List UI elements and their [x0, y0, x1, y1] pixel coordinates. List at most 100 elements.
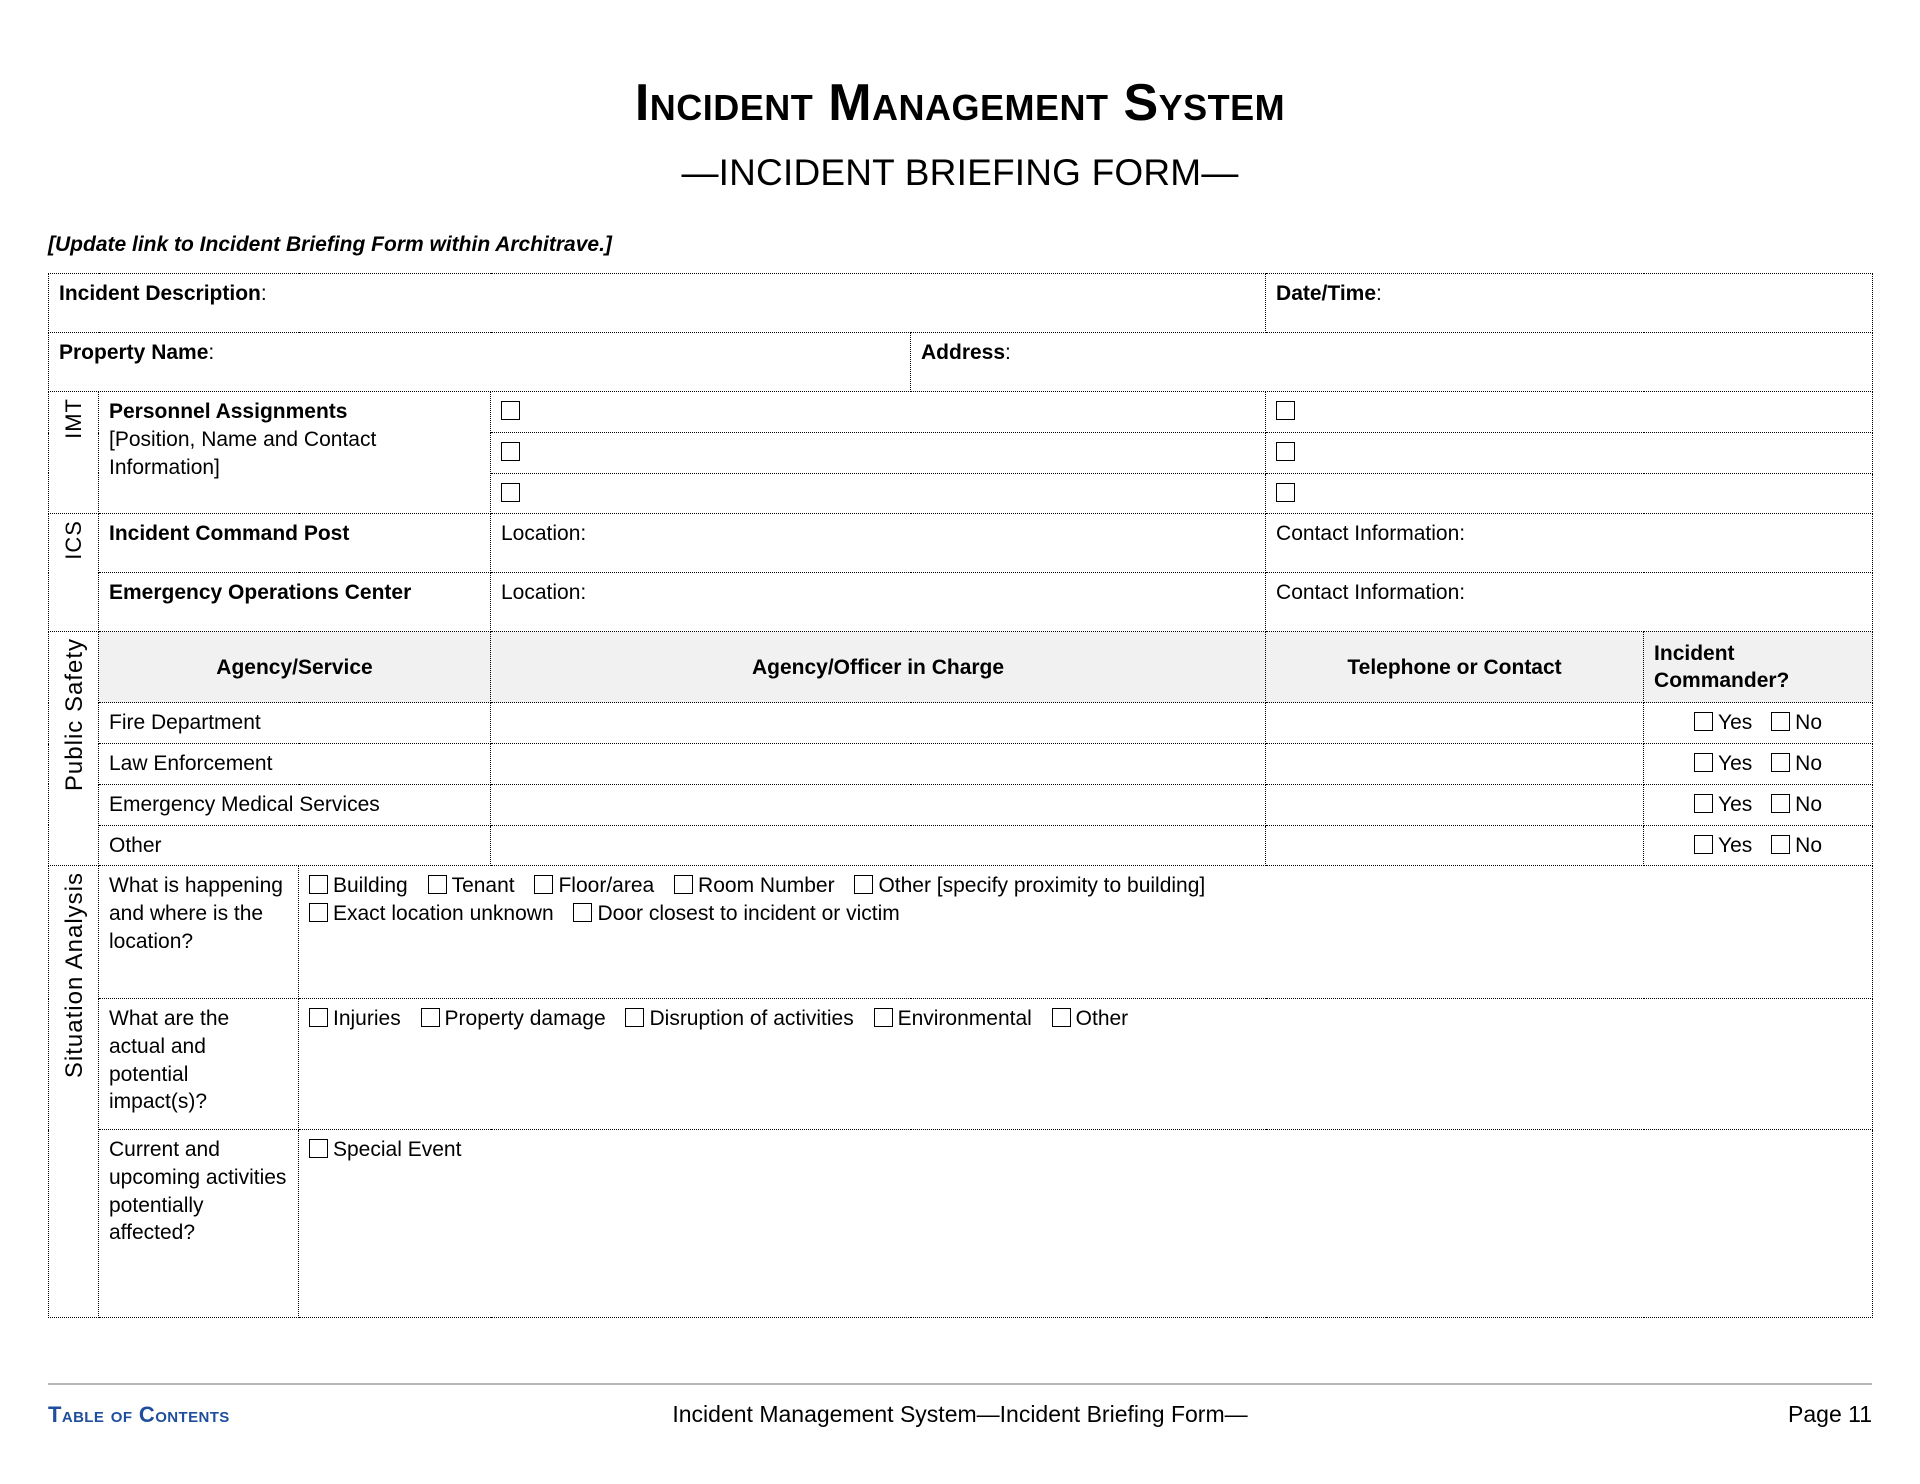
section-label-imt-text: IMT [61, 398, 86, 440]
yes-label: Yes [1718, 792, 1753, 816]
section-label-imt: IMT [48, 391, 99, 515]
table-row-imt-1: IMT Personnel Assignments [Position, Nam… [48, 391, 1874, 515]
no-label: No [1795, 752, 1823, 776]
address-label: Address [921, 341, 1006, 365]
checkbox-icon[interactable] [1694, 753, 1714, 773]
checkbox-icon[interactable] [873, 1008, 893, 1028]
option-floor-area[interactable]: Floor/area [534, 872, 654, 900]
option-property-damage[interactable]: Property damage [420, 1005, 606, 1033]
agency-officer-ems[interactable] [489, 783, 1267, 826]
table-row-incident-command-post: ICS Incident Command Post Location: Cont… [48, 513, 1874, 633]
checkbox-icon[interactable] [420, 1008, 440, 1028]
checkbox-icon[interactable] [309, 1008, 328, 1028]
emergency-operations-center-contact[interactable]: Contact Information: [1265, 572, 1874, 633]
table-row: Fire Department Yes No [49, 702, 1874, 745]
option-injuries[interactable]: Injuries [309, 1005, 401, 1033]
personnel-assignments-subheading-line1: [Position, Name and Contact [109, 428, 377, 451]
emergency-operations-center-location[interactable]: Location: [489, 572, 1267, 633]
property-name-colon: : [208, 341, 215, 365]
option-label: Building [333, 874, 408, 898]
option-label: Special Event [333, 1138, 462, 1162]
telephone-law-enforcement[interactable] [1265, 743, 1645, 785]
checkbox-icon[interactable] [1694, 793, 1714, 813]
section-label-situation-analysis: Situation Analysis [48, 865, 99, 1319]
option-exact-location-unknown[interactable]: Exact location unknown [309, 900, 554, 928]
incident-command-post-location[interactable]: Location: [489, 513, 1267, 574]
checkbox-icon[interactable] [1051, 1008, 1071, 1028]
column-header-incident-commander: Incident Commander? [1643, 631, 1874, 704]
checkbox-icon[interactable] [854, 875, 874, 895]
incident-commander-fire-department[interactable]: Yes No [1643, 702, 1874, 745]
page-subtitle: —INCIDENT BRIEFING FORM— [681, 151, 1239, 193]
checkbox-icon[interactable] [309, 875, 328, 895]
incident-command-post-contact[interactable]: Contact Information: [1265, 513, 1874, 574]
checkbox-icon[interactable] [1771, 834, 1791, 854]
checkbox-icon[interactable] [1694, 712, 1714, 732]
table-row-property-name: Property Name: Address: [48, 332, 1874, 393]
checkbox-icon[interactable] [625, 1008, 645, 1028]
checkbox-icon[interactable] [534, 875, 554, 895]
personnel-assignments-subheading-line2: Information] [109, 455, 220, 479]
checkbox-icon[interactable] [501, 401, 520, 421]
option-label: Other [specify proximity to building] [878, 874, 1206, 898]
table-row-emergency-operations-center: Emergency Operations Center Location: Co… [49, 572, 1874, 633]
agency-officer-fire-department[interactable] [489, 702, 1267, 745]
checkbox-icon[interactable] [1694, 834, 1714, 854]
checkbox-icon[interactable] [1771, 793, 1791, 813]
checkbox-icon[interactable] [501, 482, 520, 502]
emergency-operations-center-label: Emergency Operations Center [98, 572, 491, 633]
question-label-impacts: What are the actual and potential impact… [98, 998, 299, 1131]
options-upcoming-activities[interactable]: Special Event [297, 1129, 1874, 1319]
option-label: Property damage [444, 1007, 606, 1031]
agency-officer-law-enforcement[interactable] [489, 743, 1267, 785]
section-label-public-safety: Public Safety [48, 631, 99, 867]
incident-commander-other[interactable]: Yes No [1643, 824, 1874, 867]
option-tenant[interactable]: Tenant [427, 872, 515, 900]
option-building[interactable]: Building [309, 872, 408, 900]
checkbox-icon[interactable] [427, 875, 447, 895]
incident-commander-ems[interactable]: Yes No [1643, 783, 1874, 826]
checkbox-icon[interactable] [674, 875, 694, 895]
incident-briefing-form-table: Incident Description: Date/Time: Propert… [47, 273, 1874, 1319]
section-label-ics-text: ICS [61, 520, 86, 561]
imt-assignment-cell-1b[interactable] [1265, 391, 1874, 433]
incident-commander-law-enforcement[interactable]: Yes No [1643, 743, 1874, 785]
table-row-incident-description: Incident Description: Date/Time: [47, 273, 1874, 334]
checkbox-icon[interactable] [1771, 753, 1791, 773]
checkbox-icon[interactable] [309, 1139, 328, 1159]
checkbox-icon[interactable] [1276, 401, 1296, 421]
options-location-line-2: Exact location unknown Door closest to i… [309, 900, 1862, 928]
datetime-cell[interactable]: Date/Time: [1265, 273, 1874, 334]
imt-assignment-cell-2a[interactable] [489, 432, 1267, 474]
checkbox-icon[interactable] [1771, 712, 1791, 732]
incident-description-cell[interactable]: Incident Description: [47, 273, 1267, 334]
option-other-proximity[interactable]: Other [specify proximity to building] [854, 872, 1205, 900]
imt-assignment-cell-1a[interactable] [489, 391, 1267, 433]
imt-assignment-cell-2b[interactable] [1265, 432, 1874, 474]
telephone-other[interactable] [1265, 824, 1645, 867]
options-location[interactable]: Building Tenant Floor/area Room Number O… [297, 865, 1874, 1000]
address-cell[interactable]: Address: [909, 332, 1874, 393]
agency-officer-other[interactable] [489, 824, 1267, 867]
option-special-event[interactable]: Special Event [309, 1136, 461, 1164]
option-other-impact[interactable]: Other [1051, 1005, 1128, 1033]
imt-assignment-cell-3a[interactable] [489, 472, 1267, 515]
checkbox-icon[interactable] [1276, 442, 1296, 461]
telephone-ems[interactable] [1265, 783, 1645, 826]
property-name-cell[interactable]: Property Name: [48, 332, 911, 393]
checkbox-icon[interactable] [573, 903, 593, 923]
checkbox-icon[interactable] [501, 442, 520, 461]
question-label-upcoming-activities: Current and upcoming activities potentia… [98, 1129, 299, 1319]
table-of-contents-link[interactable]: Table of Contents [48, 1402, 468, 1428]
imt-assignment-cell-3b[interactable] [1265, 472, 1874, 515]
option-door-closest[interactable]: Door closest to incident or victim [573, 900, 900, 928]
option-room-number[interactable]: Room Number [674, 872, 835, 900]
option-environmental[interactable]: Environmental [873, 1005, 1032, 1033]
option-label: Environmental [897, 1007, 1032, 1031]
checkbox-icon[interactable] [309, 903, 328, 923]
agency-service-other: Other [98, 824, 491, 867]
telephone-fire-department[interactable] [1265, 702, 1645, 745]
checkbox-icon[interactable] [1276, 482, 1296, 502]
option-disruption-of-activities[interactable]: Disruption of activities [625, 1005, 854, 1033]
options-impacts[interactable]: Injuries Property damage Disruption of a… [297, 998, 1874, 1131]
